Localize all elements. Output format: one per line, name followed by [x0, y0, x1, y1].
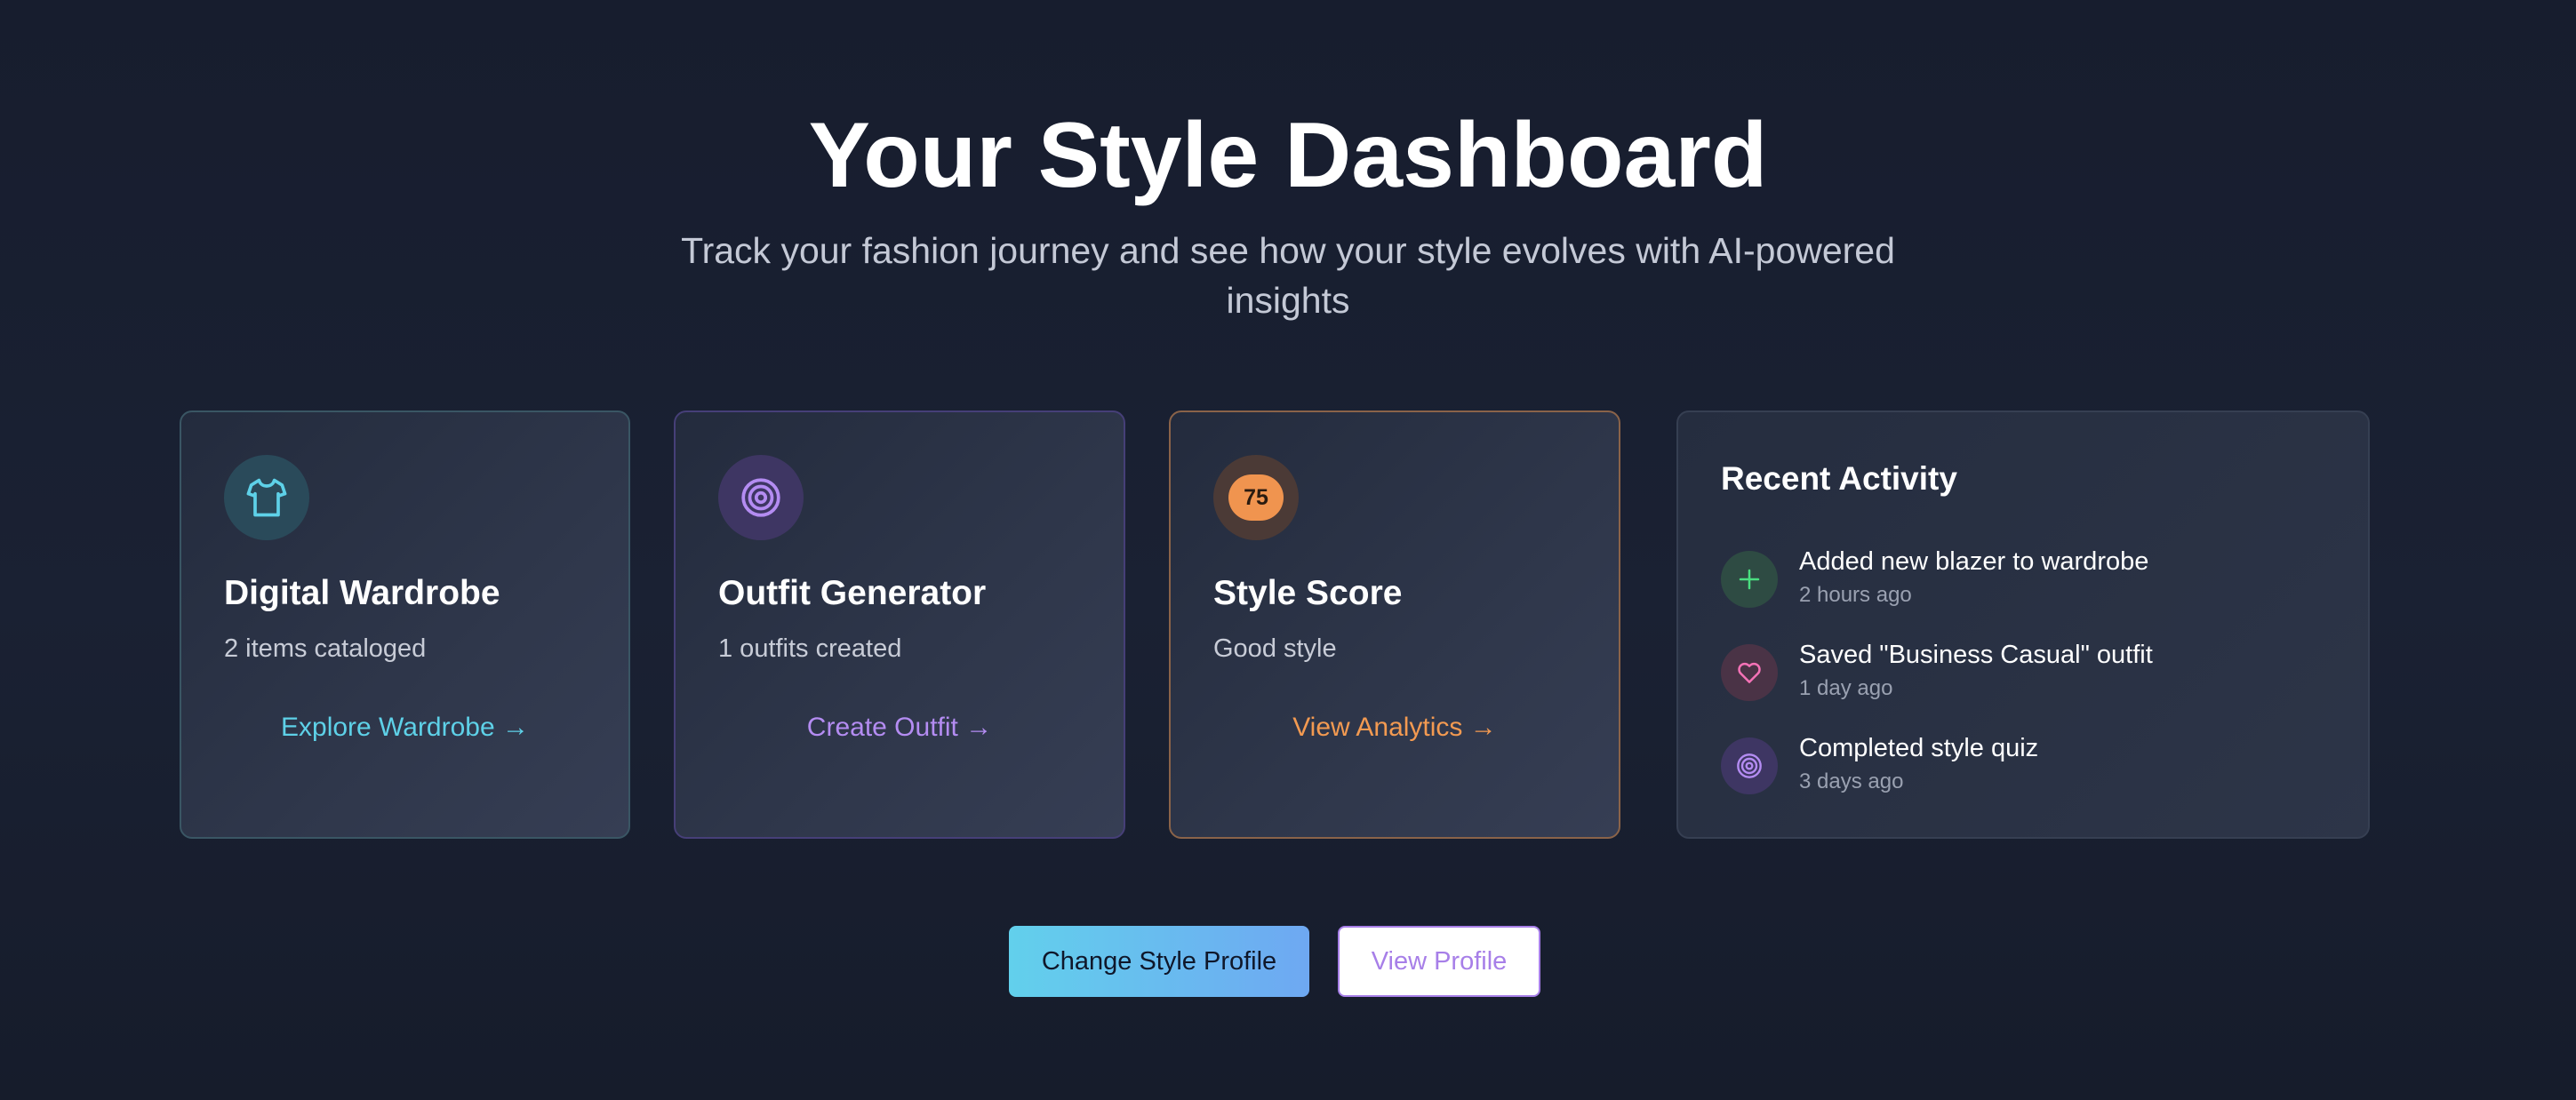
dashboard-header: Your Style Dashboard Track your fashion …: [0, 98, 2576, 325]
score-icon: 75: [1213, 455, 1299, 540]
style-rating: Good style: [1213, 634, 1337, 663]
card-title: Style Score: [1213, 574, 1403, 612]
target-icon: [1721, 737, 1778, 794]
recent-activity-card: Recent Activity Added new blazer to ward…: [1676, 411, 2370, 839]
create-outfit-link[interactable]: Create Outfit →: [676, 713, 1124, 743]
explore-wardrobe-link[interactable]: Explore Wardrobe →: [181, 713, 628, 743]
view-analytics-link[interactable]: View Analytics →: [1171, 713, 1619, 743]
page-title: Your Style Dashboard: [808, 104, 1768, 207]
items-cataloged-count: 2 items cataloged: [224, 634, 427, 663]
digital-wardrobe-card: Digital Wardrobe 2 items cataloged Explo…: [180, 411, 630, 839]
page-subtitle: Track your fashion journey and see how y…: [681, 230, 1895, 321]
activity-time: 2 hours ago: [1799, 583, 1912, 607]
outfit-generator-card: Outfit Generator 1 outfits created Creat…: [674, 411, 1125, 839]
card-title: Outfit Generator: [718, 574, 987, 612]
activity-item: Saved "Business Casual" outfit 1 day ago: [1721, 641, 2334, 703]
activity-item: Added new blazer to wardrobe 2 hours ago: [1721, 547, 2334, 610]
shirt-icon: [224, 455, 309, 540]
activity-title: Recent Activity: [1721, 460, 1957, 497]
view-profile-button[interactable]: View Profile: [1338, 926, 1540, 997]
plus-icon: [1721, 551, 1778, 608]
outfits-created-count: 1 outfits created: [718, 634, 902, 663]
activity-time: 1 day ago: [1799, 676, 1893, 700]
style-score-card: 75 Style Score Good style View Analytics…: [1169, 411, 1620, 839]
activity-time: 3 days ago: [1799, 769, 1904, 793]
score-badge: 75: [1228, 474, 1284, 521]
activity-text: Saved "Business Casual" outfit: [1799, 641, 2153, 669]
activity-text: Completed style quiz: [1799, 734, 2039, 762]
change-style-profile-button[interactable]: Change Style Profile: [1009, 926, 1309, 997]
target-icon: [718, 455, 804, 540]
activity-text: Added new blazer to wardrobe: [1799, 547, 2149, 576]
activity-item: Completed style quiz 3 days ago: [1721, 734, 2334, 796]
heart-icon: [1721, 644, 1778, 701]
card-title: Digital Wardrobe: [224, 574, 500, 612]
